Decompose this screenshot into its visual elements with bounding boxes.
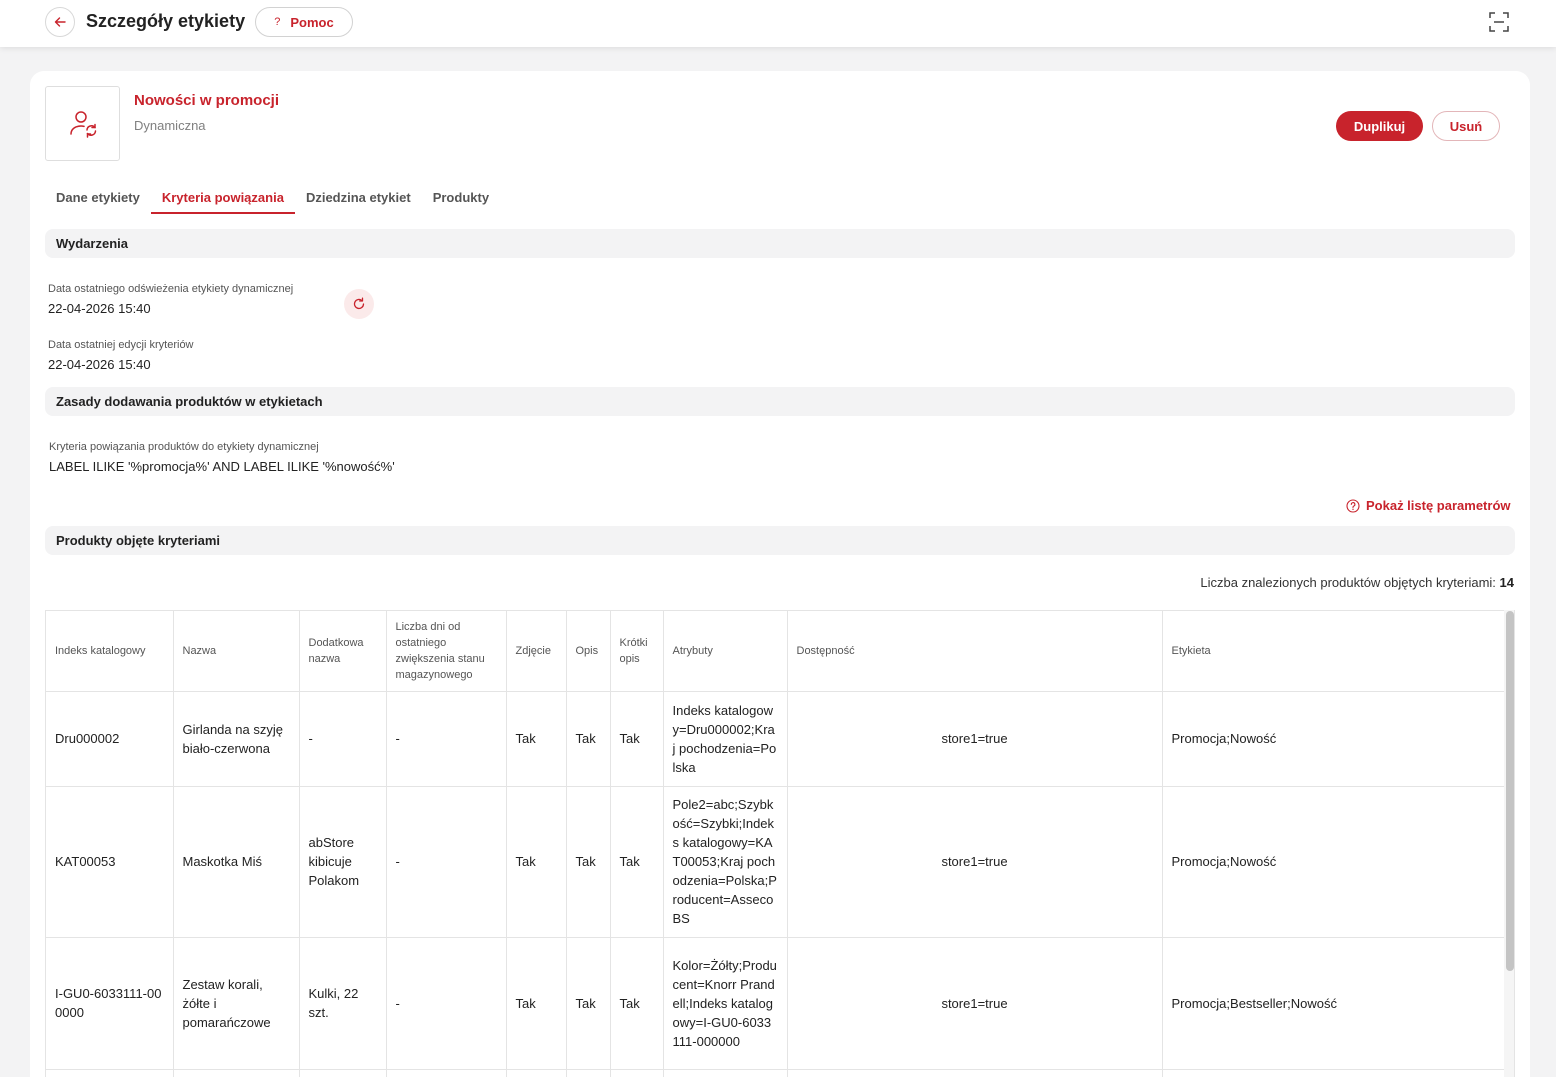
refresh-button[interactable]	[344, 289, 374, 319]
cell-photo: Tak	[506, 786, 567, 938]
tab-products[interactable]: Produkty	[422, 181, 500, 214]
cell-short-desc: Tak	[610, 937, 664, 1070]
table-row[interactable]: Dru000002 Girlanda na szyję biało-czerwo…	[46, 691, 1507, 787]
cell-days: -	[386, 691, 507, 787]
cell-index: KAT00053	[46, 786, 174, 938]
duplicate-button[interactable]: Duplikuj	[1336, 111, 1423, 141]
label-name: Nowości w promocji	[134, 92, 280, 109]
cell-label: Promocja;Nowość	[1162, 786, 1507, 938]
label-type: Dynamiczna	[134, 118, 206, 133]
cell-availability: store1=true	[787, 937, 1163, 1070]
cell-attributes: Kolor=Żółty;Producent=Knorr Prandell;Ind…	[663, 937, 788, 1070]
edit-date-label: Data ostatniej edycji kryteriów	[48, 339, 194, 351]
column-header[interactable]: Dodatkowa nazwa	[299, 611, 387, 692]
column-header[interactable]: Zdjęcie	[506, 611, 567, 692]
tab-link-criteria[interactable]: Kryteria powiązania	[150, 181, 295, 214]
rules-section-header: Zasady dodawania produktów w etykietach	[45, 387, 1515, 416]
cell-short-desc	[610, 1069, 664, 1077]
cell-attributes	[663, 1069, 788, 1077]
edit-date-value: 22-04-2026 15:40	[48, 357, 151, 372]
products-table-container: Indeks katalogowy Nazwa Dodatkowa nazwa …	[45, 610, 1515, 1077]
cell-index	[46, 1069, 174, 1077]
cell-attributes: Indeks katalogowy=Dru000002;Kraj pochodz…	[663, 691, 788, 787]
cell-index: I-GU0-6033111-000000	[46, 937, 174, 1070]
column-header[interactable]: Atrybuty	[663, 611, 788, 692]
product-count-value: 14	[1499, 575, 1514, 590]
cell-days: -	[386, 786, 507, 938]
cell-photo: Tak	[506, 937, 567, 1070]
cell-short-desc: Tak	[610, 691, 664, 787]
cell-days: -	[386, 937, 507, 1070]
help-button[interactable]: ? Pomoc	[255, 7, 353, 37]
table-row[interactable]: I-GU0-6033111-000000 Zestaw korali, żółt…	[46, 937, 1507, 1070]
refresh-date-label: Data ostatniego odświeżenia etykiety dyn…	[48, 283, 294, 295]
show-params-label: Pokaż listę parametrów	[1366, 498, 1511, 513]
tab-bar: Dane etykiety Kryteria powiązania Dziedz…	[45, 181, 500, 214]
cell-desc: Tak	[566, 691, 611, 787]
refresh-icon	[353, 297, 365, 310]
cell-photo: Tak	[506, 691, 567, 787]
label-details-card: Nowości w promocji Dynamiczna Duplikuj U…	[30, 71, 1530, 1077]
question-circle-icon	[1346, 498, 1360, 513]
cell-availability: store1=true	[787, 691, 1163, 787]
cell-desc	[566, 1069, 611, 1077]
cell-availability: store1=true	[787, 786, 1163, 938]
cell-label: Promocja;Nowość	[1162, 691, 1507, 787]
cell-desc: Tak	[566, 937, 611, 1070]
cell-name: Maskotka Miś	[173, 786, 300, 938]
arrow-left-icon	[54, 17, 66, 27]
cell-desc: Tak	[566, 786, 611, 938]
show-params-link[interactable]: Pokaż listę parametrów	[1346, 498, 1511, 513]
products-table: Indeks katalogowy Nazwa Dodatkowa nazwa …	[46, 611, 1507, 1077]
cell-name: Girlanda na szyję biało-czerwona	[173, 691, 300, 787]
user-refresh-icon	[69, 110, 96, 138]
cell-name: Zestaw korali, żółte i pomarańczowe	[173, 937, 300, 1070]
events-section-header: Wydarzenia	[45, 229, 1515, 258]
column-header[interactable]: Indeks katalogowy	[46, 611, 174, 692]
cell-label: Promocja;Bestseller;Nowość	[1162, 937, 1507, 1070]
help-label: Pomoc	[290, 14, 334, 30]
cell-days	[386, 1069, 507, 1077]
cell-extra-name	[299, 1069, 387, 1077]
product-count: Liczba znalezionych produktów objętych k…	[1200, 575, 1514, 590]
fullscreen-icon[interactable]	[1488, 11, 1510, 33]
question-icon: ?	[274, 16, 281, 28]
top-bar: Szczegóły etykiety ? Pomoc	[0, 0, 1556, 47]
back-button[interactable]	[45, 7, 75, 37]
products-section-header: Produkty objęte kryteriami	[45, 526, 1515, 555]
column-header[interactable]: Liczba dni od ostatniego zwiększenia sta…	[386, 611, 507, 692]
column-header[interactable]: Nazwa	[173, 611, 300, 692]
cell-availability	[787, 1069, 1163, 1077]
cell-attributes: Pole2=abc;Szybkość=Szybki;Indeks katalog…	[663, 786, 788, 938]
column-header[interactable]: Dostępność	[787, 611, 1163, 692]
table-header-row: Indeks katalogowy Nazwa Dodatkowa nazwa …	[46, 611, 1507, 692]
table-row[interactable]: KAT00053 Maskotka Miś abStore kibicuje P…	[46, 786, 1507, 938]
cell-photo	[506, 1069, 567, 1077]
refresh-date-value: 22-04-2026 15:40	[48, 301, 151, 316]
cell-extra-name: -	[299, 691, 387, 787]
tab-label-domain[interactable]: Dziedzina etykiet	[295, 181, 422, 214]
column-header[interactable]: Krótki opis	[610, 611, 664, 692]
product-count-label: Liczba znalezionych produktów objętych k…	[1200, 575, 1496, 590]
column-header[interactable]: Opis	[566, 611, 611, 692]
page-title: Szczegóły etykiety	[86, 11, 246, 31]
cell-extra-name: Kulki, 22 szt.	[299, 937, 387, 1070]
cell-index: Dru000002	[46, 691, 174, 787]
cell-short-desc: Tak	[610, 786, 664, 938]
delete-button[interactable]: Usuń	[1432, 111, 1500, 141]
label-avatar	[45, 86, 120, 161]
cell-label	[1162, 1069, 1507, 1077]
tab-label-data[interactable]: Dane etykiety	[45, 181, 151, 214]
cell-name	[173, 1069, 300, 1077]
column-header[interactable]: Etykieta	[1162, 611, 1507, 692]
criteria-label: Kryteria powiązania produktów do etykiet…	[49, 441, 319, 453]
table-scrollbar-thumb[interactable]	[1506, 611, 1514, 971]
cell-extra-name: abStore kibicuje Polakom	[299, 786, 387, 938]
criteria-value: LABEL ILIKE '%promocja%' AND LABEL ILIKE…	[49, 459, 395, 474]
table-row[interactable]	[46, 1069, 1507, 1077]
